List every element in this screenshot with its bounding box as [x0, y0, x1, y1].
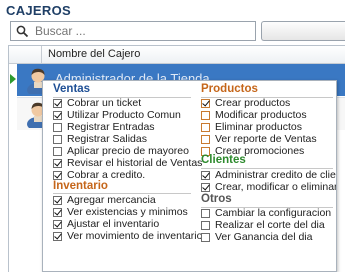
checkbox[interactable]: [53, 146, 62, 156]
perm-movimiento-inventarios[interactable]: Ver movimiento de inventarios: [53, 230, 208, 242]
perm-label: Ver Ganancia del dia: [215, 231, 313, 243]
perm-ajustar-inventario[interactable]: Ajustar el inventario: [53, 218, 159, 230]
perm-label: Registrar Salidas: [67, 133, 147, 145]
perm-crear-clientes[interactable]: Crear, modificar o eliminar clientes: [201, 181, 337, 193]
checkbox[interactable]: [53, 158, 62, 168]
page-title: CAJEROS: [6, 3, 71, 18]
checkbox[interactable]: [201, 220, 210, 230]
perm-label: Ver movimiento de inventarios: [67, 230, 208, 242]
perm-label: Ver existencias y minimos: [67, 206, 188, 218]
checkbox[interactable]: [53, 219, 62, 229]
header-gutter: [9, 46, 42, 63]
perm-label: Ajustar el inventario: [67, 218, 160, 230]
perm-registrar-entradas[interactable]: Registrar Entradas: [53, 121, 155, 133]
perm-label: Crear productos: [215, 97, 291, 109]
perm-reporte-ventas[interactable]: Ver reporte de Ventas: [201, 133, 317, 145]
perm-label: Eliminar productos: [215, 121, 302, 133]
perm-cobrar-ticket[interactable]: Cobrar un ticket: [53, 97, 141, 109]
checkbox[interactable]: [53, 98, 62, 108]
perm-cambiar-configuracion[interactable]: Cambiar la configuracion: [201, 207, 331, 219]
perm-producto-comun[interactable]: Utilizar Producto Comun: [53, 109, 181, 121]
search-side-button[interactable]: [261, 21, 345, 41]
section-inventario-heading: Inventario: [53, 180, 108, 192]
column-header-name[interactable]: Nombre del Cajero: [48, 48, 140, 60]
checkbox[interactable]: [53, 231, 62, 241]
perm-corte-dia[interactable]: Realizar el corte del dia: [201, 219, 325, 231]
perm-label: Cobrar un ticket: [67, 97, 142, 109]
perm-existencias-minimos[interactable]: Ver existencias y minimos: [53, 206, 188, 218]
perm-registrar-salidas[interactable]: Registrar Salidas: [53, 133, 147, 145]
perm-crear-productos[interactable]: Crear productos: [201, 97, 290, 109]
perm-agregar-mercancia[interactable]: Agregar mercancia: [53, 194, 156, 206]
section-otros-heading: Otros: [201, 193, 232, 205]
perm-label: Agregar mercancia: [67, 194, 156, 206]
checkbox[interactable]: [201, 170, 210, 180]
checkbox[interactable]: [53, 195, 62, 205]
perm-label: Crear, modificar o eliminar clientes: [215, 181, 337, 193]
checkbox[interactable]: [201, 122, 210, 132]
perm-label: Aplicar precio de mayoreo: [67, 145, 189, 157]
checkbox[interactable]: [53, 134, 62, 144]
section-ventas-heading: Ventas: [53, 83, 91, 95]
bottom-fade: [43, 259, 336, 271]
perm-label: Modificar productos: [215, 109, 307, 121]
checkbox[interactable]: [53, 170, 62, 180]
checkbox[interactable]: [53, 110, 62, 120]
search-input[interactable]: [33, 24, 235, 38]
perm-label: Utilizar Producto Comun: [67, 109, 181, 121]
perm-ganancia-dia[interactable]: Ver Ganancia del dia: [201, 231, 312, 243]
permissions-panel: Ventas Cobrar un ticket Utilizar Product…: [42, 80, 337, 272]
checkbox[interactable]: [201, 134, 210, 144]
perm-credito-clientes[interactable]: Administrar credito de clientes: [201, 169, 336, 181]
search-icon: [11, 25, 33, 38]
perm-label: Administrar credito de clientes: [215, 169, 336, 181]
perm-label: Cambiar la configuracion: [215, 207, 332, 219]
grid-header: Nombre del Cajero: [9, 46, 345, 64]
perm-label: Revisar el historial de Ventas: [67, 157, 203, 169]
perm-label: Ver reporte de Ventas: [215, 133, 317, 145]
perm-historial-ventas[interactable]: Revisar el historial de Ventas: [53, 157, 202, 169]
checkbox[interactable]: [53, 207, 62, 217]
checkbox[interactable]: [201, 232, 210, 242]
perm-modificar-productos[interactable]: Modificar productos: [201, 109, 307, 121]
checkbox[interactable]: [201, 182, 210, 192]
search-box[interactable]: [10, 21, 256, 41]
perm-label: Realizar el corte del dia: [215, 219, 325, 231]
perm-label: Registrar Entradas: [67, 121, 155, 133]
checkbox[interactable]: [201, 208, 210, 218]
row-pointer-icon: [10, 74, 16, 84]
perm-eliminar-productos[interactable]: Eliminar productos: [201, 121, 302, 133]
section-clientes-heading: Clientes: [201, 154, 246, 166]
checkbox[interactable]: [201, 110, 210, 120]
current-row-indicator: [9, 64, 17, 96]
checkbox[interactable]: [53, 122, 62, 132]
checkbox[interactable]: [201, 98, 210, 108]
section-productos-heading: Productos: [201, 83, 258, 95]
perm-precio-mayoreo[interactable]: Aplicar precio de mayoreo: [53, 145, 189, 157]
